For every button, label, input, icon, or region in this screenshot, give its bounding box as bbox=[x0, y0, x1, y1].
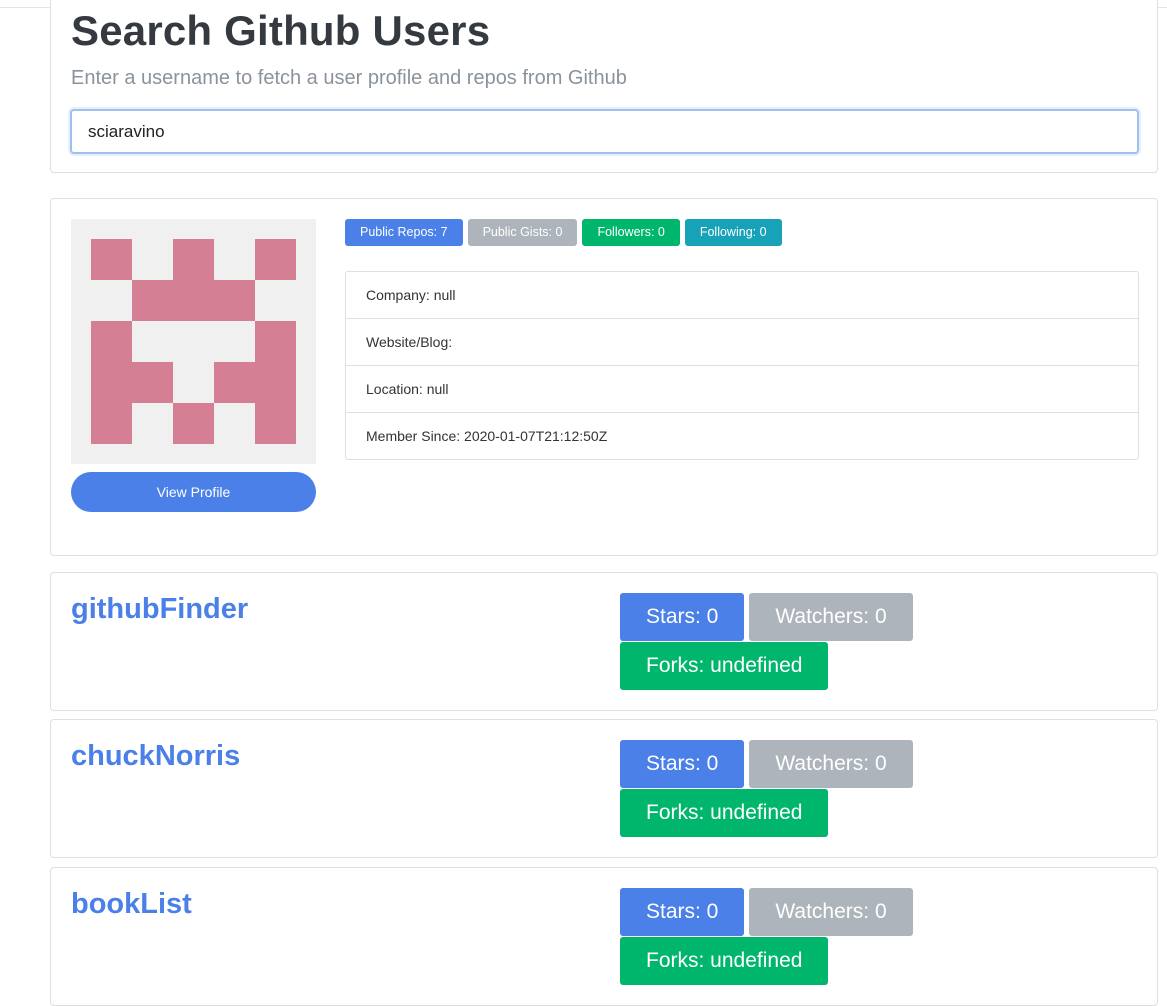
member-since-item: Member Since: 2020-01-07T21:12:50Z bbox=[346, 412, 1138, 459]
search-card: Search Github Users Enter a username to … bbox=[50, 0, 1158, 173]
public-gists-badge: Public Gists: 0 bbox=[467, 219, 578, 246]
avatar bbox=[71, 219, 316, 464]
stars-badge: Stars: 0 bbox=[620, 593, 745, 641]
public-repos-badge: Public Repos: 7 bbox=[345, 219, 463, 246]
stars-badge: Stars: 0 bbox=[620, 740, 745, 788]
company-item: Company: null bbox=[366, 287, 456, 303]
repo-badges: Stars: 0 Watchers: 0Forks: undefined bbox=[620, 593, 940, 691]
forks-badge: Forks: undefined bbox=[620, 937, 829, 985]
search-input[interactable] bbox=[70, 109, 1139, 154]
identicon-image bbox=[91, 239, 296, 444]
repo-name-link[interactable]: githubFinder bbox=[71, 593, 248, 626]
repo-badges: Stars: 0 Watchers: 0Forks: undefined bbox=[620, 888, 940, 986]
page-subtitle: Enter a username to fetch a user profile… bbox=[71, 67, 627, 89]
repo-name-link[interactable]: chuckNorris bbox=[71, 740, 240, 773]
page-title: Search Github Users bbox=[71, 7, 491, 54]
website-item: Website/Blog: bbox=[346, 318, 1138, 365]
profile-details-list: Company: null Website/Blog: Location: nu… bbox=[345, 271, 1139, 460]
forks-badge: Forks: undefined bbox=[620, 642, 829, 690]
stars-badge: Stars: 0 bbox=[620, 888, 745, 936]
watchers-badge: Watchers: 0 bbox=[749, 593, 913, 641]
profile-badges: Public Repos: 7 Public Gists: 0 Follower… bbox=[345, 219, 782, 246]
repo-card: bookList Stars: 0 Watchers: 0Forks: undef… bbox=[50, 867, 1158, 1006]
repo-card: githubFinder Stars: 0 Watchers: 0Forks: u… bbox=[50, 572, 1158, 711]
repo-card: chuckNorris Stars: 0 Watchers: 0Forks: un… bbox=[50, 719, 1158, 858]
view-profile-button[interactable]: View Profile bbox=[71, 472, 316, 512]
forks-badge: Forks: undefined bbox=[620, 789, 829, 837]
following-badge: Following: 0 bbox=[684, 219, 782, 246]
location-item: Location: null bbox=[346, 365, 1138, 412]
watchers-badge: Watchers: 0 bbox=[749, 740, 913, 788]
followers-badge: Followers: 0 bbox=[582, 219, 680, 246]
watchers-badge: Watchers: 0 bbox=[749, 888, 913, 936]
repo-badges: Stars: 0 Watchers: 0Forks: undefined bbox=[620, 740, 940, 838]
profile-card: View Profile Public Repos: 7 Public Gist… bbox=[50, 198, 1158, 556]
repo-name-link[interactable]: bookList bbox=[71, 888, 192, 921]
